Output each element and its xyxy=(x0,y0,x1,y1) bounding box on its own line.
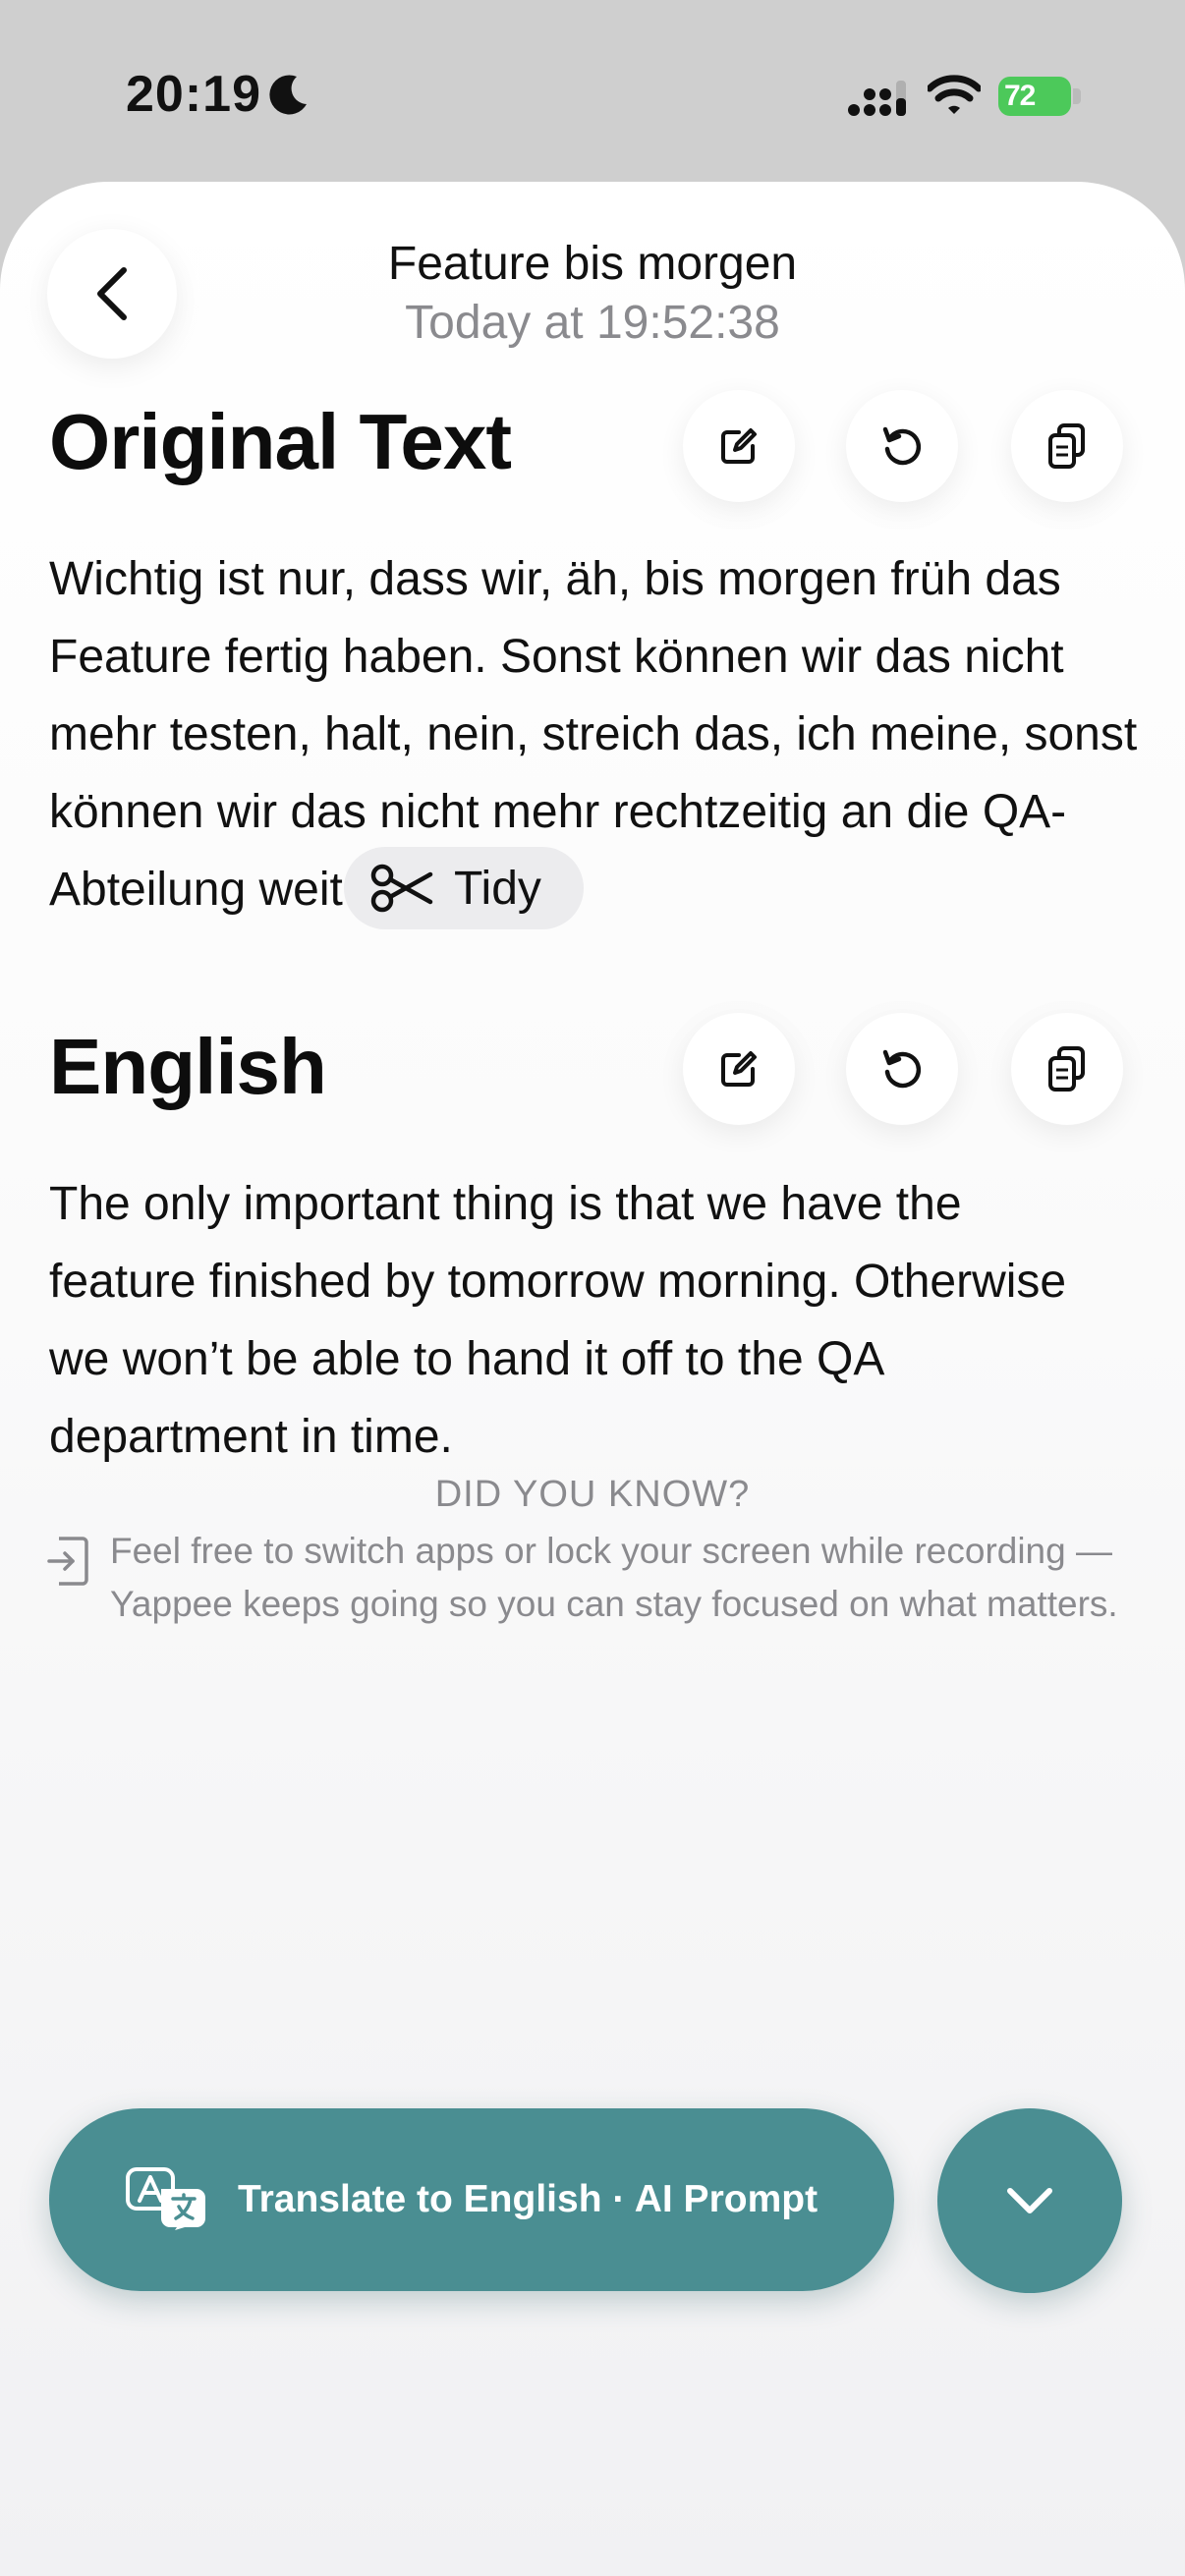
chevron-down-icon xyxy=(1007,2188,1052,2213)
translation-section-title: English xyxy=(49,1023,327,1110)
page-title: Feature bis morgen xyxy=(387,238,798,290)
status-time: 20:19 xyxy=(126,66,261,123)
translate-prompt-button[interactable]: Translate to English · AI Prompt xyxy=(49,2108,894,2291)
edit-original-button[interactable] xyxy=(683,390,795,502)
enter-app-icon xyxy=(47,1537,88,1586)
retry-translation-button[interactable] xyxy=(846,1013,958,1125)
scissors-icon xyxy=(370,864,433,913)
battery-body: 72 xyxy=(998,77,1071,116)
status-bar: 20:19 72 xyxy=(0,0,1185,187)
copy-translation-button[interactable] xyxy=(1011,1013,1123,1125)
original-section-title: Original Text xyxy=(49,398,512,485)
tidy-chip[interactable]: Tidy xyxy=(344,847,584,929)
moon-icon xyxy=(269,75,307,115)
battery-level: 72 xyxy=(1004,80,1036,112)
original-text-body: Wichtig ist nur, dass wir, äh, bis morge… xyxy=(49,553,1138,916)
copy-icon xyxy=(1048,423,1085,469)
cellular-signal-icon xyxy=(848,81,906,116)
retry-icon xyxy=(882,1049,922,1089)
copy-original-button[interactable] xyxy=(1011,390,1123,502)
edit-translation-button[interactable] xyxy=(683,1013,795,1125)
translation-text-body: The only important thing is that we have… xyxy=(49,1178,1067,1463)
expand-options-button[interactable] xyxy=(937,2108,1122,2293)
retry-icon xyxy=(882,426,922,466)
translate-prompt-label: Translate to English · AI Prompt xyxy=(237,2178,818,2220)
edit-icon xyxy=(721,1051,757,1087)
translate-icon xyxy=(125,2167,205,2230)
tip-text: Feel free to switch apps or lock your sc… xyxy=(110,1531,1118,1624)
tidy-chip-label: Tidy xyxy=(454,862,541,915)
retry-original-button[interactable] xyxy=(846,390,958,502)
battery-tip xyxy=(1073,88,1081,104)
wifi-icon xyxy=(928,75,981,114)
tip-heading: DID YOU KNOW? xyxy=(434,1474,751,1515)
edit-icon xyxy=(721,428,757,464)
copy-icon xyxy=(1048,1046,1085,1092)
battery-indicator: 72 xyxy=(998,77,1083,116)
page-subtitle: Today at 19:52:38 xyxy=(405,297,780,349)
